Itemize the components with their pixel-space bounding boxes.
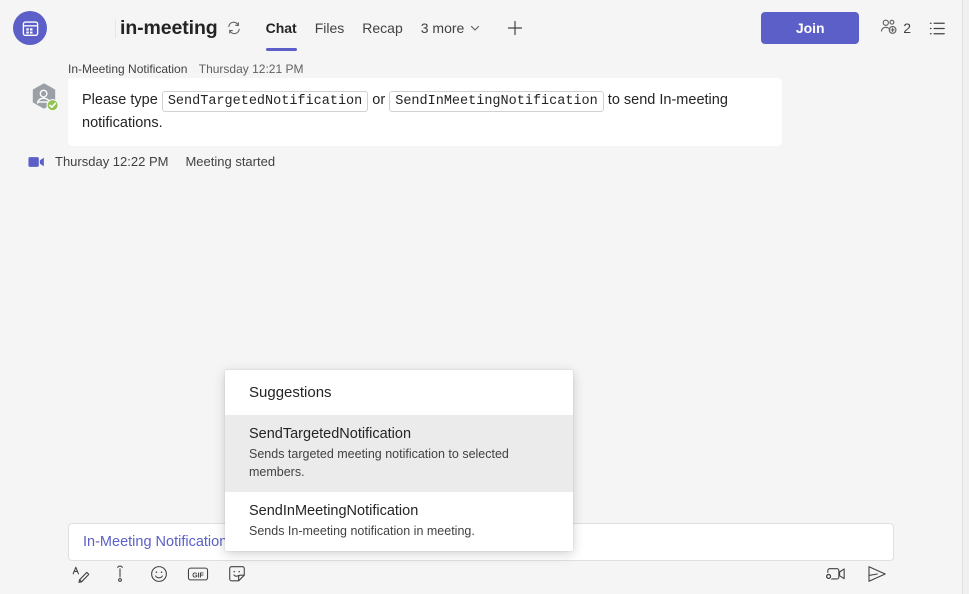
add-tab-button[interactable] [498,0,532,56]
header-actions: Join 2 [761,0,962,56]
meeting-title-block: in-meeting [115,0,243,56]
tab-recap-label: Recap [362,20,402,36]
send-icon[interactable] [866,563,888,585]
page-title: in-meeting [120,17,218,40]
message-author: In-Meeting Notification [68,62,187,76]
meet-now-icon[interactable] [824,563,846,585]
video-camera-icon [28,155,46,169]
system-message-text: Meeting started [185,154,275,169]
suggestion-description: Sends In-meeting notification in meeting… [249,522,549,540]
tab-files-label: Files [315,20,345,36]
system-message-timestamp: Thursday 12:22 PM [55,154,168,169]
compose-toolbar: GIF [70,563,248,585]
chevron-down-icon [469,22,481,34]
meeting-header: in-meeting Chat Files Recap 3 mo [0,0,962,56]
tab-recap[interactable]: Recap [353,0,411,56]
message-text-part1: Please type [82,92,158,108]
system-message-meeting-started: Thursday 12:22 PM Meeting started [28,154,275,169]
message-meta: In-Meeting Notification Thursday 12:21 P… [68,62,303,76]
svg-text:GIF: GIF [192,572,204,579]
suggestion-description: Sends targeted meeting notification to s… [249,445,549,481]
tab-more-label: 3 more [421,20,465,36]
tab-bar: Chat Files Recap 3 more [257,0,533,56]
tab-chat-label: Chat [266,20,297,36]
priority-icon[interactable] [109,563,131,585]
message-timestamp: Thursday 12:21 PM [199,62,304,76]
join-button[interactable]: Join [761,12,859,44]
mention-chip: In-Meeting Notification [83,534,227,550]
add-people-button[interactable]: 2 [878,16,911,40]
message-text-part2: or [372,92,385,108]
people-count-label: 2 [903,20,911,36]
suggestions-popup: Suggestions SendTargetedNotification Sen… [225,370,573,551]
emoji-icon[interactable] [148,563,170,585]
format-text-icon[interactable] [70,563,92,585]
tab-chat[interactable]: Chat [257,0,306,56]
suggestion-title: SendInMeetingNotification [249,501,549,521]
suggestion-item-send-targeted-notification[interactable]: SendTargetedNotification Sends targeted … [225,415,573,492]
add-people-icon [878,16,899,40]
suggestions-header: Suggestions [225,370,573,415]
suggestion-title: SendTargetedNotification [249,424,549,444]
teams-meeting-window: in-meeting Chat Files Recap 3 mo [0,0,969,594]
gif-icon[interactable]: GIF [187,563,209,585]
list-icon[interactable] [927,18,948,39]
avatar [28,81,60,113]
code-chip-send-targeted: SendTargetedNotification [162,91,368,112]
sync-icon[interactable] [225,19,243,37]
tab-files[interactable]: Files [306,0,354,56]
title-divider [115,19,116,38]
compose-actions [824,563,888,585]
message-bubble: Please type SendTargetedNotification or … [68,78,782,146]
code-chip-send-in-meeting: SendInMeetingNotification [389,91,604,112]
suggestion-item-send-in-meeting-notification[interactable]: SendInMeetingNotification Sends In-meeti… [225,492,573,551]
sticker-icon[interactable] [226,563,248,585]
scrollbar-track[interactable] [962,0,969,594]
tab-more[interactable]: 3 more [412,0,491,56]
calendar-icon [13,11,47,45]
